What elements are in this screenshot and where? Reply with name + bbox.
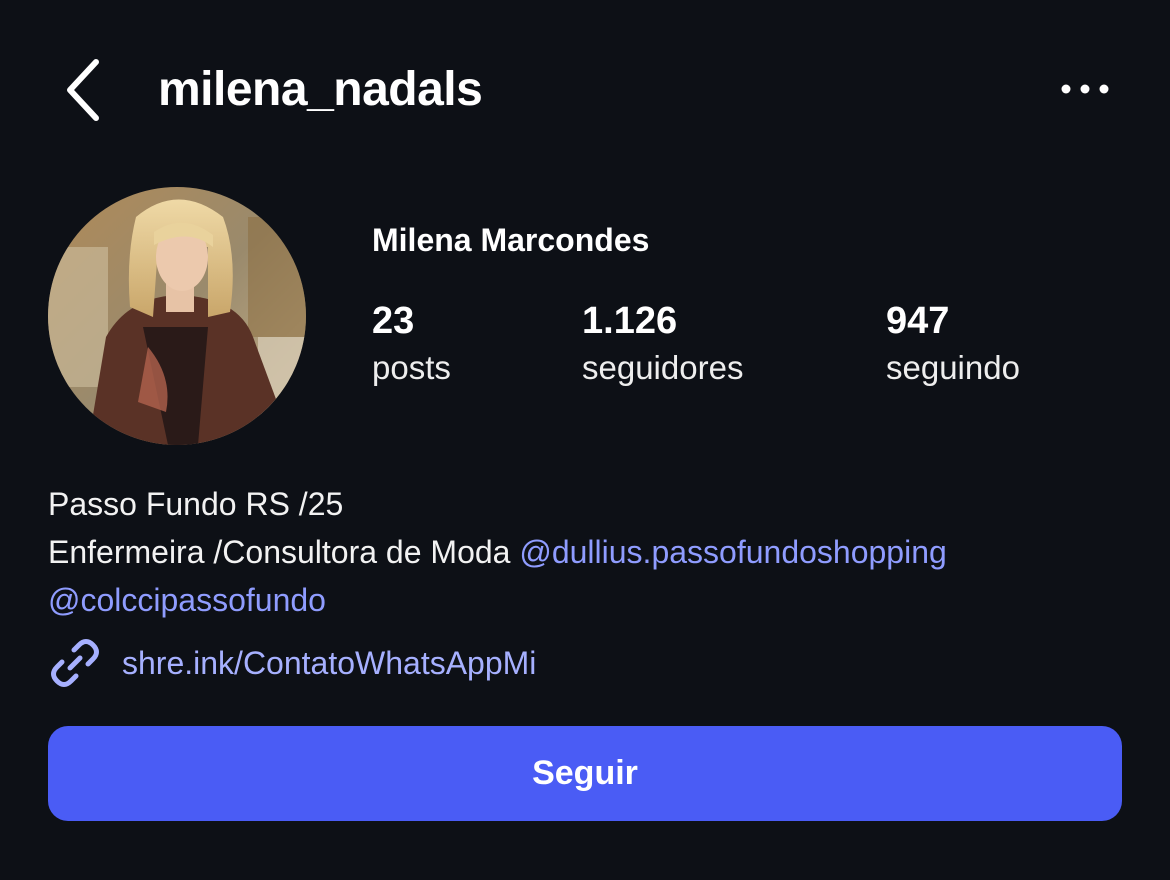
external-link[interactable]: shre.ink/ContatoWhatsAppMi xyxy=(48,636,536,690)
stat-following[interactable]: 947 seguindo xyxy=(886,298,1020,389)
following-label: seguindo xyxy=(886,349,1020,386)
mention-link-dullius[interactable]: @dullius.passofundoshopping xyxy=(519,534,946,570)
stat-followers[interactable]: 1.126 seguidores xyxy=(582,298,743,389)
link-icon xyxy=(51,639,99,687)
follow-button[interactable]: Seguir xyxy=(48,726,1122,821)
more-options-button[interactable] xyxy=(1052,70,1116,110)
bio-occupation-text: Enfermeira /Consultora de Moda xyxy=(48,534,520,570)
avatar[interactable] xyxy=(48,187,306,445)
profile-username: milena_nadals xyxy=(158,63,483,116)
more-horizontal-icon xyxy=(1061,84,1109,94)
followers-count: 1.126 xyxy=(582,300,678,342)
back-button[interactable] xyxy=(56,54,116,126)
link-url: shre.ink/ContatoWhatsAppMi xyxy=(122,645,537,681)
posts-label: posts xyxy=(372,349,451,386)
bio-line-location: Passo Fundo RS /25 xyxy=(48,486,344,522)
chevron-left-icon xyxy=(67,59,99,121)
mention-link-colcci[interactable]: @colccipassofundo xyxy=(48,582,326,618)
stat-posts[interactable]: 23 posts xyxy=(372,298,451,389)
profile-photo xyxy=(48,187,306,445)
posts-count: 23 xyxy=(372,300,415,342)
bio: Passo Fundo RS /25 Enfermeira /Consultor… xyxy=(48,480,1138,624)
profile-screen: milena_nadals Milena Marcondes 23 posts … xyxy=(0,0,1170,880)
following-count: 947 xyxy=(886,300,950,342)
bio-line-occupation: Enfermeira /Consultora de Moda @dullius.… xyxy=(48,528,1138,576)
followers-label: seguidores xyxy=(582,349,744,386)
full-name: Milena Marcondes xyxy=(372,222,650,258)
